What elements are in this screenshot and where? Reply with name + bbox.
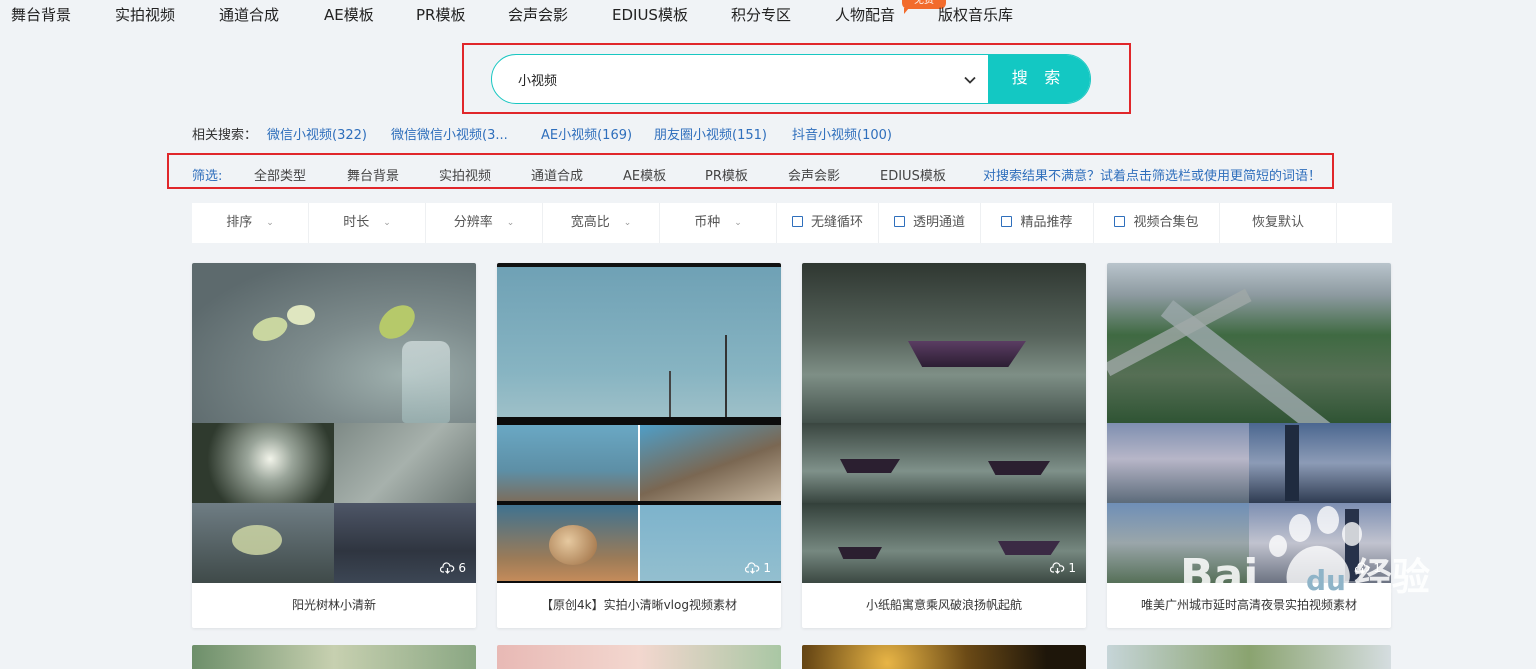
currency-dropdown-label: 币种 <box>694 215 721 230</box>
download-count: 6 <box>440 561 466 575</box>
video-thumbnail[interactable]: 1 <box>497 263 781 583</box>
caret-down-icon: ⌄ <box>734 218 742 228</box>
resolution-dropdown[interactable]: 分辨率 ⌄ <box>426 203 543 243</box>
seamless-loop-checkbox[interactable]: 无缝循环 <box>777 203 879 243</box>
related-link[interactable]: 抖音小视频(100) <box>792 124 892 143</box>
video-card[interactable] <box>802 645 1086 669</box>
cloud-download-icon <box>440 562 455 574</box>
video-pack-checkbox[interactable]: 视频合集包 <box>1094 203 1220 243</box>
filter-label: 筛选: <box>192 169 223 184</box>
nav-item-ae-template[interactable]: AE模板 <box>324 4 374 25</box>
video-card[interactable]: 6 阳光树林小清新 <box>192 263 476 628</box>
chevron-down-icon[interactable] <box>962 72 978 88</box>
featured-checkbox[interactable]: 精品推荐 <box>981 203 1094 243</box>
nav-item-points-zone[interactable]: 积分专区 <box>731 4 791 25</box>
nav-item-voice-over[interactable]: 人物配音 <box>835 4 895 25</box>
resolution-dropdown-label: 分辨率 <box>453 215 493 230</box>
aspect-ratio-dropdown[interactable]: 宽高比 ⌄ <box>543 203 660 243</box>
filter-stage-bg[interactable]: 舞台背景 <box>347 165 399 184</box>
cloud-download-icon <box>745 562 760 574</box>
checkbox-icon <box>1001 216 1013 227</box>
video-thumbnail[interactable]: 6 <box>192 263 476 583</box>
video-card[interactable] <box>1107 645 1391 669</box>
nav-item-live-video[interactable]: 实拍视频 <box>115 4 175 25</box>
video-title[interactable]: 阳光树林小清新 <box>192 583 476 628</box>
download-count: 1 <box>1050 561 1076 575</box>
sort-bar: 排序 ⌄ 时长 ⌄ 分辨率 ⌄ 宽高比 ⌄ 币种 ⌄ 无缝循环 透明通道 精品推荐 视频合… <box>192 203 1392 243</box>
video-thumbnail[interactable]: 1 <box>1107 263 1391 583</box>
filter-edius-template[interactable]: EDIUS模板 <box>880 165 946 184</box>
checkbox-icon <box>893 216 905 227</box>
download-count-value: 6 <box>458 561 466 575</box>
checkbox-icon <box>791 216 803 227</box>
video-card[interactable]: 1 唯美广州城市延时高清夜景实拍视频素材 <box>1107 263 1391 628</box>
video-card[interactable]: 1 【原创4k】实拍小清晰vlog视频素材 <box>497 263 781 628</box>
filter-video-studio[interactable]: 会声会影 <box>788 165 840 184</box>
filter-live-video[interactable]: 实拍视频 <box>439 165 491 184</box>
related-link[interactable]: 微信微信小视频(3... <box>391 124 508 143</box>
download-count-value: 1 <box>763 561 771 575</box>
cloud-download-icon <box>1355 562 1370 574</box>
currency-dropdown[interactable]: 币种 ⌄ <box>660 203 777 243</box>
download-count-value: 1 <box>1068 561 1076 575</box>
nav-item-edius-template[interactable]: EDIUS模板 <box>612 4 688 25</box>
search-button[interactable]: 搜 索 <box>988 55 1090 103</box>
video-title[interactable]: 【原创4k】实拍小清晰vlog视频素材 <box>497 583 781 628</box>
reset-button[interactable]: 恢复默认 <box>1220 203 1337 243</box>
related-link[interactable]: 朋友圈小视频(151) <box>654 124 767 143</box>
filter-pr-template[interactable]: PR模板 <box>705 165 748 184</box>
video-card[interactable] <box>497 645 781 669</box>
nav-item-stage-bg[interactable]: 舞台背景 <box>11 4 71 25</box>
checkbox-icon <box>1114 216 1126 227</box>
search-input[interactable] <box>492 55 988 103</box>
related-link[interactable]: AE小视频(169) <box>541 124 632 143</box>
video-title[interactable]: 小纸船寓意乘风破浪扬帆起航 <box>802 583 1086 628</box>
caret-down-icon: ⌄ <box>623 218 632 228</box>
filter-tip-link[interactable]: 对搜索结果不满意？试着点击筛选栏或使用更简短的词语！ <box>983 165 1321 184</box>
nav-item-music-library[interactable]: 版权音乐库 <box>938 4 1013 25</box>
filter-all-types[interactable]: 全部类型 <box>254 165 306 184</box>
duration-dropdown-label: 时长 <box>343 215 370 230</box>
nav-item-pr-template[interactable]: PR模板 <box>416 4 465 25</box>
cloud-download-icon <box>1050 562 1065 574</box>
top-nav: 舞台背景 实拍视频 通道合成 AE模板 PR模板 会声会影 EDIUS模板 积分… <box>0 0 1536 30</box>
caret-down-icon: ⌄ <box>266 218 274 228</box>
watermark-url: jingyan.baidu.com <box>1184 606 1340 624</box>
download-count: 1 <box>745 561 771 575</box>
featured-label: 精品推荐 <box>1020 215 1073 230</box>
sort-dropdown[interactable]: 排序 ⌄ <box>192 203 309 243</box>
nav-item-video-studio[interactable]: 会声会影 <box>508 4 568 25</box>
duration-dropdown[interactable]: 时长 ⌄ <box>309 203 426 243</box>
caret-down-icon: ⌄ <box>506 218 515 228</box>
related-label: 相关搜索： <box>192 128 258 143</box>
alpha-channel-checkbox[interactable]: 透明通道 <box>879 203 981 243</box>
video-thumbnail[interactable]: 1 <box>802 263 1086 583</box>
video-card[interactable] <box>192 645 476 669</box>
related-link[interactable]: 微信小视频(322) <box>267 124 367 143</box>
video-pack-label: 视频合集包 <box>1133 215 1199 230</box>
aspect-ratio-dropdown-label: 宽高比 <box>570 215 610 230</box>
filter-ae-template[interactable]: AE模板 <box>623 165 666 184</box>
search-bar: 搜 索 <box>491 54 1091 104</box>
sort-dropdown-label: 排序 <box>226 215 253 230</box>
caret-down-icon: ⌄ <box>383 218 391 228</box>
nav-item-channel-compositing[interactable]: 通道合成 <box>219 4 279 25</box>
video-card[interactable]: 1 小纸船寓意乘风破浪扬帆起航 <box>802 263 1086 628</box>
filter-channel-compositing[interactable]: 通道合成 <box>531 165 583 184</box>
download-count: 1 <box>1355 561 1381 575</box>
download-count-value: 1 <box>1373 561 1381 575</box>
alpha-channel-label: 透明通道 <box>912 215 965 230</box>
seamless-loop-label: 无缝循环 <box>810 215 863 230</box>
